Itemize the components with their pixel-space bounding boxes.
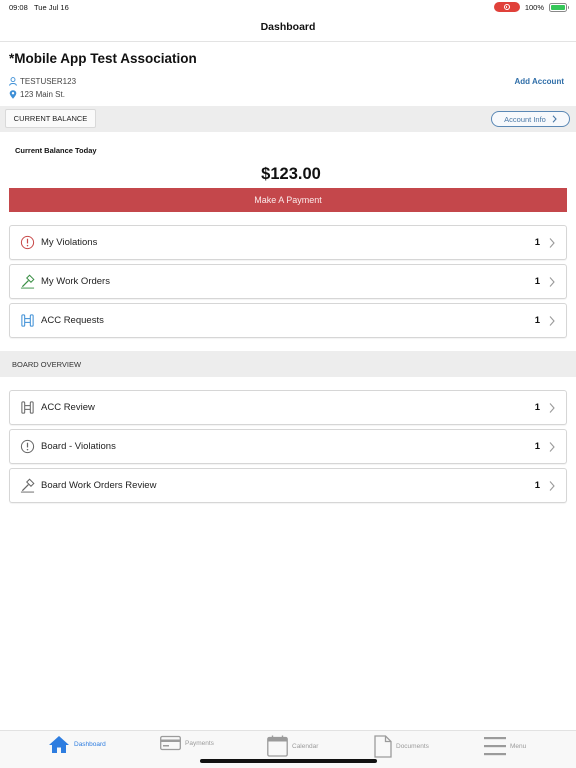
board-overview-band xyxy=(0,351,576,377)
page-title: Dashboard xyxy=(260,21,316,33)
screen-recording-icon xyxy=(493,2,520,12)
username-row: TESTUSER123 xyxy=(9,77,76,86)
hammer-icon xyxy=(20,274,35,289)
list-item-count: 1 xyxy=(534,315,540,326)
list-item-label: Board - Violations xyxy=(41,441,116,452)
address-row: 123 Main St. xyxy=(9,90,65,99)
list-item-count: 1 xyxy=(534,402,540,413)
list-item-my-violations[interactable]: My Violations 1 xyxy=(9,225,567,260)
chevron-right-icon xyxy=(549,277,555,287)
status-date: Tue Jul 16 xyxy=(34,3,69,12)
list-item-board-violations[interactable]: Board - Violations 1 xyxy=(9,429,567,464)
association-name: *Mobile App Test Association xyxy=(9,51,197,66)
make-payment-button[interactable]: Make A Payment xyxy=(9,188,567,212)
status-bar: 09:08 Tue Jul 16 100% xyxy=(0,0,576,14)
list-item-label: Board Work Orders Review xyxy=(41,480,157,491)
list-item-label: My Work Orders xyxy=(41,276,110,287)
tab-documents[interactable]: Documents xyxy=(374,735,429,758)
list-item-my-work-orders[interactable]: My Work Orders 1 xyxy=(9,264,567,299)
status-time: 09:08 xyxy=(9,3,28,12)
header-divider xyxy=(0,41,576,42)
username: TESTUSER123 xyxy=(20,77,77,86)
chevron-right-icon xyxy=(549,403,555,413)
list-item-label: ACC Requests xyxy=(41,315,104,326)
status-indicators: 100% xyxy=(493,2,569,12)
calendar-icon xyxy=(267,735,288,757)
tab-dashboard[interactable]: Dashboard xyxy=(48,735,106,754)
tab-calendar[interactable]: Calendar xyxy=(267,735,318,757)
battery-icon xyxy=(549,2,569,12)
tab-label: Calendar xyxy=(292,742,319,750)
address: 123 Main St. xyxy=(20,90,65,99)
chevron-right-icon xyxy=(549,238,555,248)
document-icon xyxy=(374,735,392,758)
account-info-label: Account Info xyxy=(504,114,546,124)
list-item-count: 1 xyxy=(534,441,540,452)
battery-percent: 100% xyxy=(524,2,544,12)
credit-card-icon xyxy=(160,735,181,751)
alert-circle-icon xyxy=(20,235,35,250)
balance-amount: $123.00 xyxy=(261,165,321,183)
tab-label: Menu xyxy=(510,742,527,750)
board-overview-title: BOARD OVERVIEW xyxy=(12,360,82,369)
user-icon xyxy=(9,77,17,86)
tab-payments[interactable]: Payments xyxy=(160,735,214,751)
tab-menu[interactable]: Menu xyxy=(484,735,526,757)
list-item-count: 1 xyxy=(534,237,540,248)
home-indicator xyxy=(200,759,377,763)
paint-roller-icon xyxy=(21,401,34,414)
tab-label: Documents xyxy=(396,743,429,750)
tab-label: Dashboard xyxy=(74,741,106,748)
account-info-button[interactable]: Account Info xyxy=(491,111,570,127)
hammer-icon xyxy=(20,478,35,493)
list-item-count: 1 xyxy=(534,276,540,287)
location-pin-icon xyxy=(9,90,17,99)
list-item-label: ACC Review xyxy=(41,402,95,413)
chevron-right-icon xyxy=(552,115,557,123)
chevron-right-icon xyxy=(549,442,555,452)
current-balance-today-label: Current Balance Today xyxy=(15,146,97,155)
current-balance-tab[interactable]: CURRENT BALANCE xyxy=(5,109,96,128)
list-item-acc-requests[interactable]: ACC Requests 1 xyxy=(9,303,567,338)
list-item-board-work-orders-review[interactable]: Board Work Orders Review 1 xyxy=(9,468,567,503)
chevron-right-icon xyxy=(549,316,555,326)
home-icon xyxy=(49,736,69,753)
add-account-link[interactable]: Add Account xyxy=(515,77,564,86)
chevron-right-icon xyxy=(549,481,555,491)
list-item-count: 1 xyxy=(534,480,540,491)
list-item-label: My Violations xyxy=(41,237,98,248)
alert-circle-icon xyxy=(20,439,35,454)
paint-roller-icon xyxy=(21,314,34,327)
tab-label: Payments xyxy=(185,739,214,747)
list-item-acc-review[interactable]: ACC Review 1 xyxy=(9,390,567,425)
menu-icon xyxy=(484,737,506,756)
